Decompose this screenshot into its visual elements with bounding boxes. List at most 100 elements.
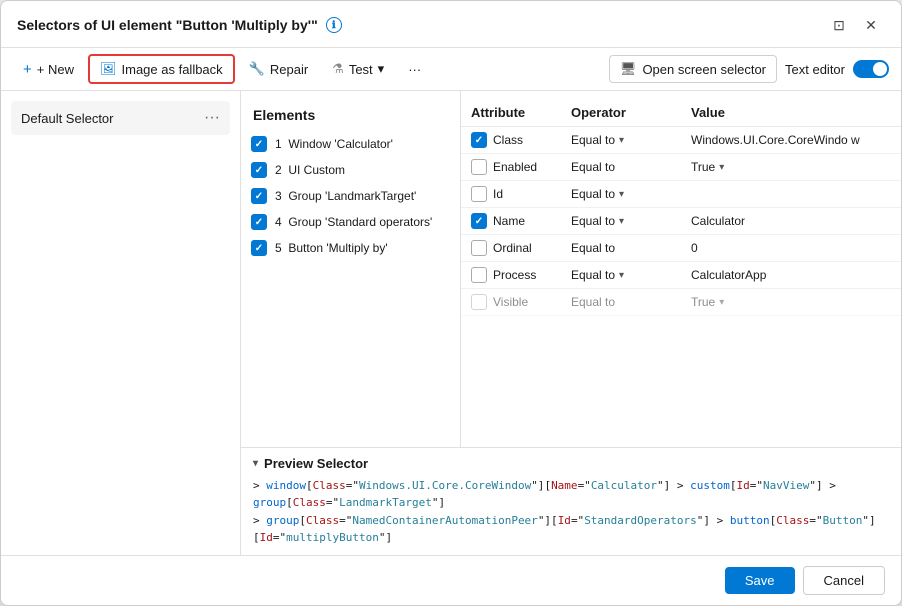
dialog-title: Selectors of UI element "Button 'Multipl… <box>17 17 318 33</box>
text-editor-toggle[interactable] <box>853 60 889 78</box>
attr-name-ordinal: Ordinal <box>493 241 532 255</box>
attr-row-visible: Visible Equal to True ▾ <box>461 289 901 316</box>
toolbar: + + New 🖼 Image as fallback 🔧 Repair ⚗ T… <box>1 48 901 91</box>
preview-header[interactable]: ▾ Preview Selector <box>253 456 889 471</box>
operator-class: Equal to ▾ <box>571 133 691 147</box>
title-bar-left: Selectors of UI element "Button 'Multipl… <box>17 17 342 33</box>
attr-checkbox-class[interactable] <box>471 132 487 148</box>
element-checkbox-2[interactable] <box>251 162 267 178</box>
preview-close3: "] <box>432 496 445 509</box>
plus-icon: + <box>23 61 32 78</box>
repair-button[interactable]: 🔧 Repair <box>239 56 318 82</box>
attr-process-name-cell: Process <box>471 267 571 283</box>
operator-dropdown-class[interactable]: ▾ <box>619 135 624 146</box>
element-checkbox-3[interactable] <box>251 188 267 204</box>
operator-ordinal: Equal to <box>571 241 691 255</box>
operator-label-ordinal: Equal to <box>571 241 615 255</box>
new-button[interactable]: + + New <box>13 56 84 83</box>
preview-val-id: NavView <box>763 479 809 492</box>
screen-icon: 🖥 <box>620 61 637 77</box>
preview-close7: "] <box>379 531 392 544</box>
value-label-name: Calculator <box>691 214 745 228</box>
restore-button[interactable]: ⊡ <box>825 11 853 39</box>
new-label: + New <box>37 62 74 77</box>
close-button[interactable]: ✕ <box>857 11 885 39</box>
attr-row-ordinal: Ordinal Equal to 0 <box>461 235 901 262</box>
element-checkbox-4[interactable] <box>251 214 267 230</box>
preview-group1: group <box>253 496 286 509</box>
attr-row-enabled: Enabled Equal to True ▾ <box>461 154 901 181</box>
three-dots-icon[interactable]: ··· <box>204 109 220 127</box>
default-selector-item[interactable]: Default Selector ··· <box>11 101 230 135</box>
selector-label: Default Selector <box>21 111 114 126</box>
value-process: CalculatorApp <box>691 268 891 282</box>
value-dropdown-enabled[interactable]: ▾ <box>719 162 724 173</box>
text-editor-label: Text editor <box>785 62 845 77</box>
value-ordinal: 0 <box>691 241 891 255</box>
attr-checkbox-process[interactable] <box>471 267 487 283</box>
right-panel: Elements 1 Window 'Calculator' 2 UI Cust… <box>241 91 901 555</box>
test-button[interactable]: ⚗ Test ▾ <box>322 56 394 82</box>
attr-checkbox-id[interactable] <box>471 186 487 202</box>
attr-checkbox-visible[interactable] <box>471 294 487 310</box>
attr-checkbox-ordinal[interactable] <box>471 240 487 256</box>
operator-label-id: Equal to <box>571 187 615 201</box>
preview-close1: "] > <box>657 479 690 492</box>
value-label-ordinal: 0 <box>691 241 698 255</box>
info-icon[interactable]: ℹ <box>326 17 342 33</box>
attr-id-name-cell: Id <box>471 186 571 202</box>
preview-gt-1: > <box>253 479 266 492</box>
attr-class-name-cell: Class <box>471 132 571 148</box>
operator-dropdown-id[interactable]: ▾ <box>619 189 624 200</box>
preview-eq2: =" <box>578 479 591 492</box>
preview-val-class2: LandmarkTarget <box>339 496 432 509</box>
element-checkbox-5[interactable] <box>251 240 267 256</box>
attr-name-visible: Visible <box>493 295 528 309</box>
element-row[interactable]: 5 Button 'Multiply by' <box>241 235 460 261</box>
test-label: Test <box>349 62 373 77</box>
attr-enabled-name-cell: Enabled <box>471 159 571 175</box>
operator-process: Equal to ▾ <box>571 268 691 282</box>
attr-col-operator: Operator <box>571 105 691 120</box>
repair-icon: 🔧 <box>249 61 265 77</box>
element-row[interactable]: 2 UI Custom <box>241 157 460 183</box>
main-content: Default Selector ··· Elements 1 Window '… <box>1 91 901 555</box>
preview-code: > window[Class="Windows.UI.Core.CoreWind… <box>253 477 889 547</box>
selectors-dialog: Selectors of UI element "Button 'Multipl… <box>0 0 902 606</box>
element-label-3: 3 Group 'LandmarkTarget' <box>275 189 416 203</box>
element-label-2: 2 UI Custom <box>275 163 345 177</box>
attr-checkbox-name[interactable] <box>471 213 487 229</box>
attr-name-class: Class <box>493 133 523 147</box>
image-as-fallback-button[interactable]: 🖼 Image as fallback <box>88 54 235 84</box>
value-dropdown-visible[interactable]: ▾ <box>719 297 724 308</box>
attr-name-id: Id <box>493 187 503 201</box>
cancel-button[interactable]: Cancel <box>803 566 885 595</box>
preview-line-2: > group[Class="NamedContainerAutomationP… <box>253 512 889 547</box>
save-button[interactable]: Save <box>725 567 795 594</box>
open-screen-selector-button[interactable]: 🖥 Open screen selector <box>609 55 777 83</box>
value-enabled: True ▾ <box>691 160 891 174</box>
elements-list: Elements 1 Window 'Calculator' 2 UI Cust… <box>241 91 461 447</box>
element-row[interactable]: 3 Group 'LandmarkTarget' <box>241 183 460 209</box>
open-screen-label: Open screen selector <box>642 62 766 77</box>
element-row[interactable]: 1 Window 'Calculator' <box>241 131 460 157</box>
preview-val-class3: NamedContainerAutomationPeer <box>352 514 537 527</box>
operator-dropdown-name[interactable]: ▾ <box>619 216 624 227</box>
element-row[interactable]: 4 Group 'Standard operators' <box>241 209 460 235</box>
more-button[interactable]: ··· <box>398 57 431 82</box>
operator-label-class: Equal to <box>571 133 615 147</box>
value-label-class: Windows.UI.Core.CoreWindo w <box>691 133 860 147</box>
title-bar-right: ⊡ ✕ <box>825 11 885 39</box>
attr-row-id: Id Equal to ▾ <box>461 181 901 208</box>
element-checkbox-1[interactable] <box>251 136 267 152</box>
preview-button: button <box>730 514 770 527</box>
value-label-process: CalculatorApp <box>691 268 766 282</box>
preview-val-id3: multiplyButton <box>286 531 379 544</box>
preview-eq3: =" <box>750 479 763 492</box>
attr-checkbox-enabled[interactable] <box>471 159 487 175</box>
preview-attr-class3: Class <box>306 514 339 527</box>
preview-val-id2: StandardOperators <box>584 514 697 527</box>
operator-dropdown-process[interactable]: ▾ <box>619 270 624 281</box>
attr-row-process: Process Equal to ▾ CalculatorApp <box>461 262 901 289</box>
preview-bracket1: [ <box>306 479 313 492</box>
